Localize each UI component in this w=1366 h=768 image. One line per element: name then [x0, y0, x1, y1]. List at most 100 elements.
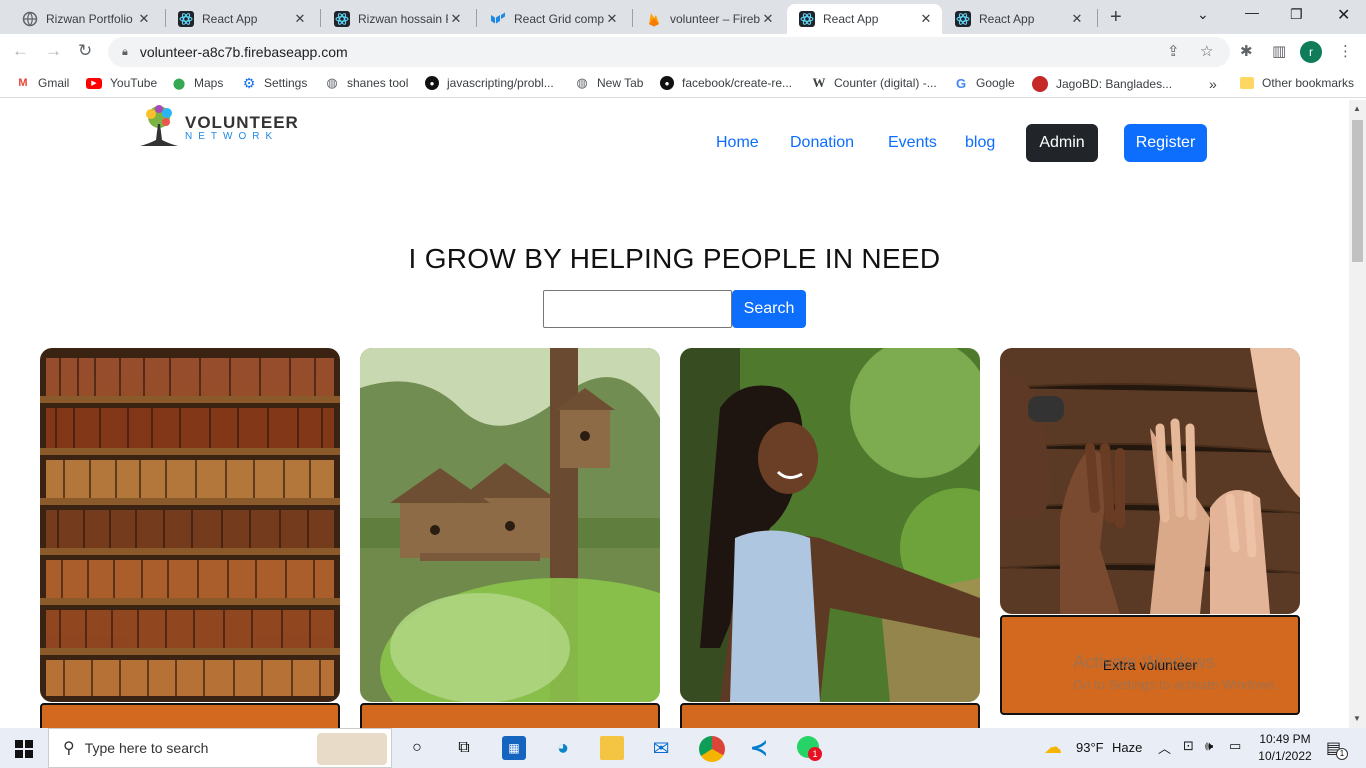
nav-events[interactable]: Events	[888, 134, 937, 152]
folder-icon	[1240, 77, 1254, 89]
tab-strip: Rizwan Portfolio W ✕ React App ✕ Rizwan …	[0, 0, 1366, 34]
hands-on-table-photo	[1000, 348, 1300, 614]
battery-icon[interactable]: ▭	[1229, 738, 1241, 754]
close-icon[interactable]: ✕	[292, 11, 308, 27]
scroll-down-arrow-icon[interactable]: ▼	[1353, 714, 1361, 723]
card-image-girl[interactable]	[680, 348, 980, 702]
task-view-icon[interactable]: ⧉	[452, 736, 476, 760]
taskbar-search-placeholder: Type here to search	[84, 740, 209, 756]
birdhouse-photo	[360, 348, 660, 702]
bookmark-label: Other bookmarks	[1262, 76, 1355, 90]
tab-2[interactable]: React App ✕	[166, 4, 316, 34]
nav-blog[interactable]: blog	[965, 134, 995, 152]
taskbar-search-box[interactable]: ⚲ Type here to search	[48, 728, 392, 768]
bookmark-label: Counter (digital) -...	[834, 76, 937, 90]
card-footer[interactable]	[40, 703, 340, 728]
bookmark-maps[interactable]: ⬤ Maps	[172, 76, 224, 90]
tab-1[interactable]: Rizwan Portfolio W ✕	[10, 4, 160, 34]
windows-start-icon[interactable]	[15, 740, 33, 758]
extensions-puzzle-icon[interactable]: ✱	[1240, 42, 1253, 60]
weather-temperature[interactable]: 93°F	[1076, 740, 1104, 755]
react-icon	[955, 11, 971, 27]
back-arrow-icon[interactable]: ←	[12, 41, 29, 61]
card-image-birdhouse[interactable]	[360, 348, 660, 702]
bookmark-star-icon[interactable]: ☆	[1200, 42, 1213, 60]
firebase-icon	[649, 13, 659, 27]
file-explorer-icon[interactable]	[600, 736, 624, 760]
clock-time[interactable]: 10:49 PM	[1255, 732, 1315, 746]
admin-button[interactable]: Admin	[1026, 124, 1098, 162]
tab-7[interactable]: React App ✕	[943, 4, 1093, 34]
card-footer[interactable]	[680, 703, 980, 728]
scrollbar-thumb[interactable]	[1352, 120, 1363, 262]
tab-4[interactable]: React Grid compo ✕	[478, 4, 628, 34]
microsoft-store-icon[interactable]: ▦	[502, 736, 526, 760]
cortana-icon[interactable]: ○	[405, 736, 429, 760]
address-bar[interactable]: 🔒︎ volunteer-a8c7b.firebaseapp.com	[108, 37, 1230, 67]
bookmark-new-tab[interactable]: ◍ New Tab	[575, 75, 643, 90]
close-icon[interactable]: ✕	[918, 11, 934, 27]
profile-avatar[interactable]: r	[1300, 41, 1322, 63]
reload-icon[interactable]: ↻	[78, 41, 92, 61]
scroll-up-arrow-icon[interactable]: ▲	[1353, 104, 1361, 113]
bookmark-google[interactable]: G Google	[954, 76, 1015, 91]
card-footer[interactable]	[360, 703, 660, 728]
share-icon[interactable]: ⇪	[1167, 42, 1180, 60]
bookmark-label: facebook/create-re...	[682, 76, 793, 90]
bookmark-shanes-tool[interactable]: ◍ shanes tool	[325, 75, 408, 90]
url-text[interactable]: volunteer-a8c7b.firebaseapp.com	[140, 44, 348, 60]
tab-title: React App	[979, 12, 1035, 26]
lock-icon[interactable]: 🔒︎	[122, 46, 128, 59]
bookmarks-overflow-chevron[interactable]: »	[1209, 76, 1217, 92]
bookmark-facebook-create-react[interactable]: ● facebook/create-re...	[660, 76, 792, 90]
window-close-icon[interactable]: ✕	[1337, 5, 1350, 25]
volume-icon[interactable]: 🕪︎	[1205, 738, 1213, 754]
network-icon[interactable]: ⊡	[1183, 738, 1194, 754]
vscode-icon[interactable]: ≺	[747, 735, 771, 760]
nav-home[interactable]: Home	[716, 134, 759, 152]
edge-icon[interactable]: ◕	[551, 736, 575, 760]
weather-haze-icon[interactable]: ☁	[1044, 737, 1062, 758]
weather-description[interactable]: Haze	[1112, 740, 1142, 755]
nav-donation[interactable]: Donation	[790, 134, 854, 152]
bookmark-settings[interactable]: ⚙ Settings	[242, 74, 308, 91]
restore-icon[interactable]: ❐	[1290, 6, 1303, 23]
windows-taskbar: ⚲ Type here to search ○ ⧉ ▦ ◕ ✉ ≺ 1 ☁ 93…	[0, 728, 1366, 768]
tray-chevron-up-icon[interactable]: ︿	[1158, 738, 1171, 757]
close-icon[interactable]: ✕	[136, 11, 152, 27]
bookmark-gmail[interactable]: M Gmail	[16, 76, 69, 90]
bookshelf-photo	[40, 348, 340, 702]
close-icon[interactable]: ✕	[604, 11, 620, 27]
new-tab-plus-icon[interactable]: +	[1110, 6, 1122, 29]
tab-3[interactable]: Rizwan hossain Re ✕	[322, 4, 472, 34]
bookmark-youtube[interactable]: ▶ YouTube	[86, 76, 157, 90]
tab-divider	[476, 9, 477, 27]
close-icon[interactable]: ✕	[760, 11, 776, 27]
search-button[interactable]: Search	[732, 290, 806, 328]
forward-arrow-icon[interactable]: →	[45, 41, 62, 61]
tab-search-chevron-icon[interactable]: ⌄	[1197, 6, 1209, 23]
menu-kebab-icon[interactable]: ⋮	[1338, 42, 1353, 60]
chrome-icon[interactable]	[699, 736, 725, 762]
card-image-hands[interactable]	[1000, 348, 1300, 614]
bookmark-counter-digital[interactable]: W Counter (digital) -...	[812, 75, 937, 90]
register-button[interactable]: Register	[1124, 124, 1207, 162]
minimize-icon[interactable]: —	[1245, 4, 1259, 20]
side-panel-icon[interactable]: ▥	[1272, 42, 1286, 60]
tab-6-active[interactable]: React App ✕	[787, 4, 942, 34]
page-scrollbar[interactable]: ▲ ▼	[1349, 100, 1366, 728]
bookmark-jagobd[interactable]: JagoBD: Banglades...	[1032, 76, 1172, 92]
bookmark-javascripting[interactable]: ● javascripting/probl...	[425, 76, 554, 90]
search-input[interactable]	[543, 290, 732, 328]
close-icon[interactable]: ✕	[448, 11, 464, 27]
mail-icon[interactable]: ✉	[649, 736, 673, 760]
notification-badge: 1	[1336, 748, 1348, 760]
card-image-bookshelf[interactable]	[40, 348, 340, 702]
close-icon[interactable]: ✕	[1069, 11, 1085, 27]
clock-date[interactable]: 10/1/2022	[1255, 749, 1315, 763]
activate-windows-watermark: Activate Windows Go to Settings to activ…	[1073, 652, 1278, 692]
gear-icon: ⚙	[242, 74, 256, 91]
tab-5[interactable]: volunteer – Fireba ✕	[634, 4, 784, 34]
site-logo[interactable]: VOLUNTEER NETWORK	[138, 104, 299, 150]
bookmark-other-folder[interactable]: Other bookmarks	[1240, 76, 1354, 90]
